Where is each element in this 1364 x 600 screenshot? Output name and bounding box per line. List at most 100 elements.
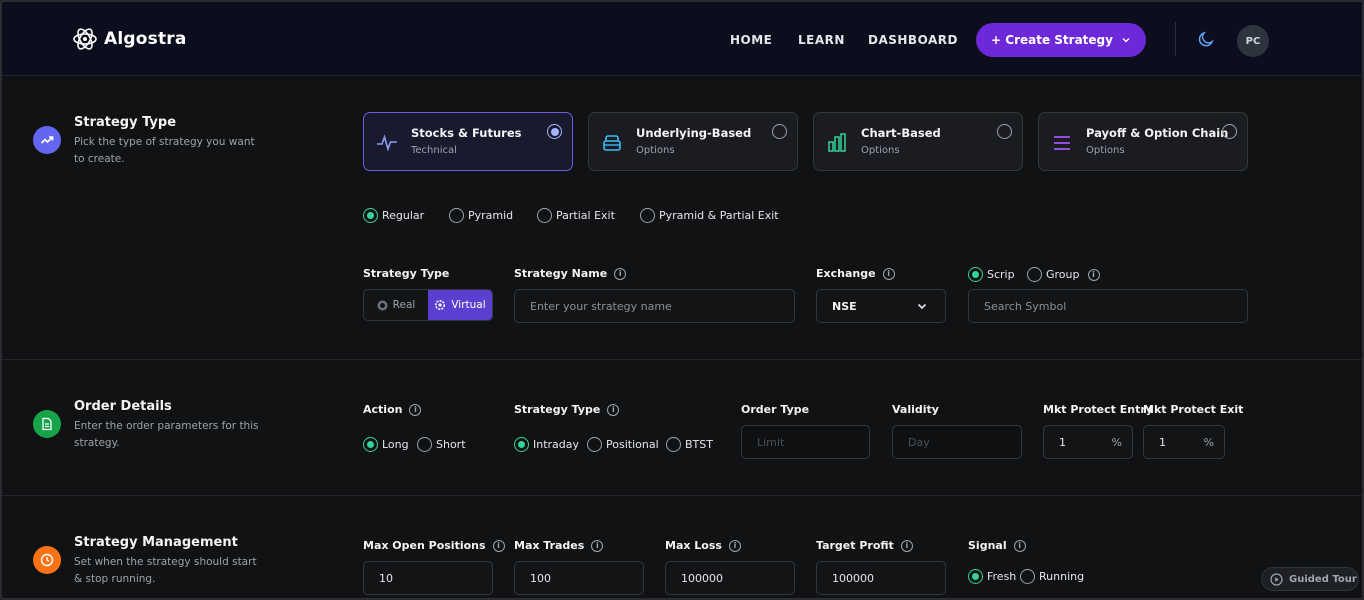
user-avatar[interactable]: PC (1237, 25, 1269, 57)
radio-icon (1027, 267, 1042, 282)
info-icon[interactable]: i (900, 539, 913, 552)
action-long-radio[interactable]: Long (363, 437, 409, 452)
info-icon[interactable]: i (607, 403, 620, 416)
nav-learn-link[interactable]: LEARN (798, 33, 845, 47)
radio-icon (363, 437, 378, 452)
card-radio[interactable] (547, 124, 562, 139)
strategy-type-section-description: Pick the type of strategy you want to cr… (74, 136, 255, 165)
label-text: Order Type (741, 403, 810, 416)
info-icon[interactable]: i (882, 267, 895, 280)
positional-radio[interactable]: Positional (587, 437, 659, 452)
radio-label: Group (1046, 268, 1080, 281)
virtual-option[interactable]: Virtual (428, 290, 492, 320)
card-underlying-based[interactable]: Underlying-Based Options (588, 112, 798, 171)
chevron-down-icon (1122, 38, 1130, 43)
bar-chart-icon (828, 133, 846, 152)
label-text: Target Profit (816, 539, 894, 552)
exchange-field-label: Exchange i (816, 267, 895, 280)
radio-label: Regular (382, 209, 425, 222)
nav-divider (1175, 22, 1176, 56)
theme-toggle-moon-icon[interactable] (1197, 30, 1215, 48)
radio-label: Running (1039, 570, 1085, 583)
pulse-icon (377, 134, 397, 152)
search-symbol-input[interactable]: Search Symbol (968, 289, 1248, 323)
card-radio[interactable] (1222, 124, 1237, 139)
radio-label: Scrip (987, 268, 1015, 281)
validity-input[interactable]: Day (892, 425, 1022, 459)
order-type-input[interactable]: Limit (741, 425, 870, 459)
info-icon[interactable]: i (591, 539, 604, 552)
label-text: Max Loss (665, 539, 722, 552)
card-radio[interactable] (997, 124, 1012, 139)
mode-regular-radio[interactable]: Regular (363, 208, 424, 223)
label-text: Max Trades (514, 539, 585, 552)
play-circle-icon (1270, 572, 1283, 586)
action-short-radio[interactable]: Short (417, 437, 466, 452)
guided-tour-button[interactable]: Guided Tour (1261, 567, 1359, 591)
mkt-protect-entry-input[interactable]: 1 % (1043, 425, 1133, 459)
logo[interactable]: Algostra (72, 26, 187, 52)
label-text: Strategy Type (514, 403, 601, 416)
group-radio[interactable]: Group i (1027, 267, 1100, 282)
document-icon (33, 410, 61, 438)
info-icon[interactable]: i (728, 539, 741, 552)
radio-label: Pyramid & Partial Exit (659, 209, 779, 222)
radio-icon (666, 437, 681, 452)
signal-running-radio[interactable]: Running (1020, 569, 1084, 584)
radio-icon (587, 437, 602, 452)
create-strategy-button[interactable]: + Create Strategy (976, 23, 1146, 57)
section-divider (2, 495, 1362, 496)
chevron-down-icon (917, 303, 927, 310)
order-details-section-title: Order Details (74, 399, 172, 414)
radio-label: Pyramid (468, 209, 514, 222)
strategy-name-input[interactable]: Enter your strategy name (514, 289, 795, 323)
info-icon[interactable]: i (1013, 539, 1026, 552)
percent-suffix: % (1111, 435, 1122, 449)
card-stocks-futures[interactable]: Stocks & Futures Technical (363, 112, 573, 171)
input-value: 1 (1159, 435, 1166, 449)
create-strategy-label: + Create Strategy (991, 33, 1113, 47)
guided-tour-label: Guided Tour (1289, 573, 1357, 585)
label-text: Max Open Positions (363, 539, 486, 552)
target-profit-input[interactable]: 100000 (816, 561, 946, 595)
max-loss-input[interactable]: 100000 (665, 561, 795, 595)
nav-home-link[interactable]: HOME (730, 33, 772, 47)
mode-pyramid-radio[interactable]: Pyramid (449, 208, 513, 223)
nav-dashboard-link[interactable]: DASHBOARD (868, 33, 958, 47)
info-icon[interactable]: i (409, 403, 422, 416)
max-loss-field-label: Max Loss i (665, 539, 741, 552)
layers-icon (603, 135, 621, 151)
order-strategy-type-field-label: Strategy Type i (514, 403, 620, 416)
radio-label: Short (436, 438, 466, 451)
mode-partial-exit-radio[interactable]: Partial Exit (537, 208, 615, 223)
card-chart-based[interactable]: Chart-Based Options (813, 112, 1023, 171)
card-subtitle: Options (636, 145, 675, 156)
menu-lines-icon (1054, 136, 1070, 150)
order-type-field-label: Order Type (741, 403, 809, 416)
mkt-protect-exit-input[interactable]: 1 % (1143, 425, 1225, 459)
app-frame: Algostra HOME LEARN DASHBOARD + Create S… (0, 0, 1364, 600)
max-open-positions-input[interactable]: 10 (363, 561, 493, 595)
exchange-value: NSE (832, 299, 857, 313)
radio-icon (640, 208, 655, 223)
real-option[interactable]: Real (364, 290, 428, 320)
real-virtual-toggle[interactable]: Real Virtual (363, 289, 493, 321)
intraday-radio[interactable]: Intraday (514, 437, 579, 452)
info-icon[interactable]: i (492, 539, 505, 552)
info-icon[interactable]: i (1087, 268, 1100, 281)
scrip-radio[interactable]: Scrip (968, 267, 1015, 282)
card-radio[interactable] (772, 124, 787, 139)
info-icon[interactable]: i (614, 267, 627, 280)
mode-pyramid-partial-exit-radio[interactable]: Pyramid & Partial Exit (640, 208, 779, 223)
top-navbar: Algostra HOME LEARN DASHBOARD + Create S… (2, 2, 1362, 76)
radio-icon (514, 437, 529, 452)
logo-text: Algostra (104, 29, 187, 49)
radio-label: Long (382, 438, 409, 451)
card-subtitle: Options (1086, 145, 1125, 156)
exchange-select[interactable]: NSE (816, 289, 946, 323)
trend-up-icon (33, 126, 61, 154)
card-payoff-option-chain[interactable]: Payoff & Option Chain Options (1038, 112, 1248, 171)
max-trades-input[interactable]: 100 (514, 561, 644, 595)
signal-fresh-radio[interactable]: Fresh (968, 569, 1016, 584)
btst-radio[interactable]: BTST (666, 437, 713, 452)
